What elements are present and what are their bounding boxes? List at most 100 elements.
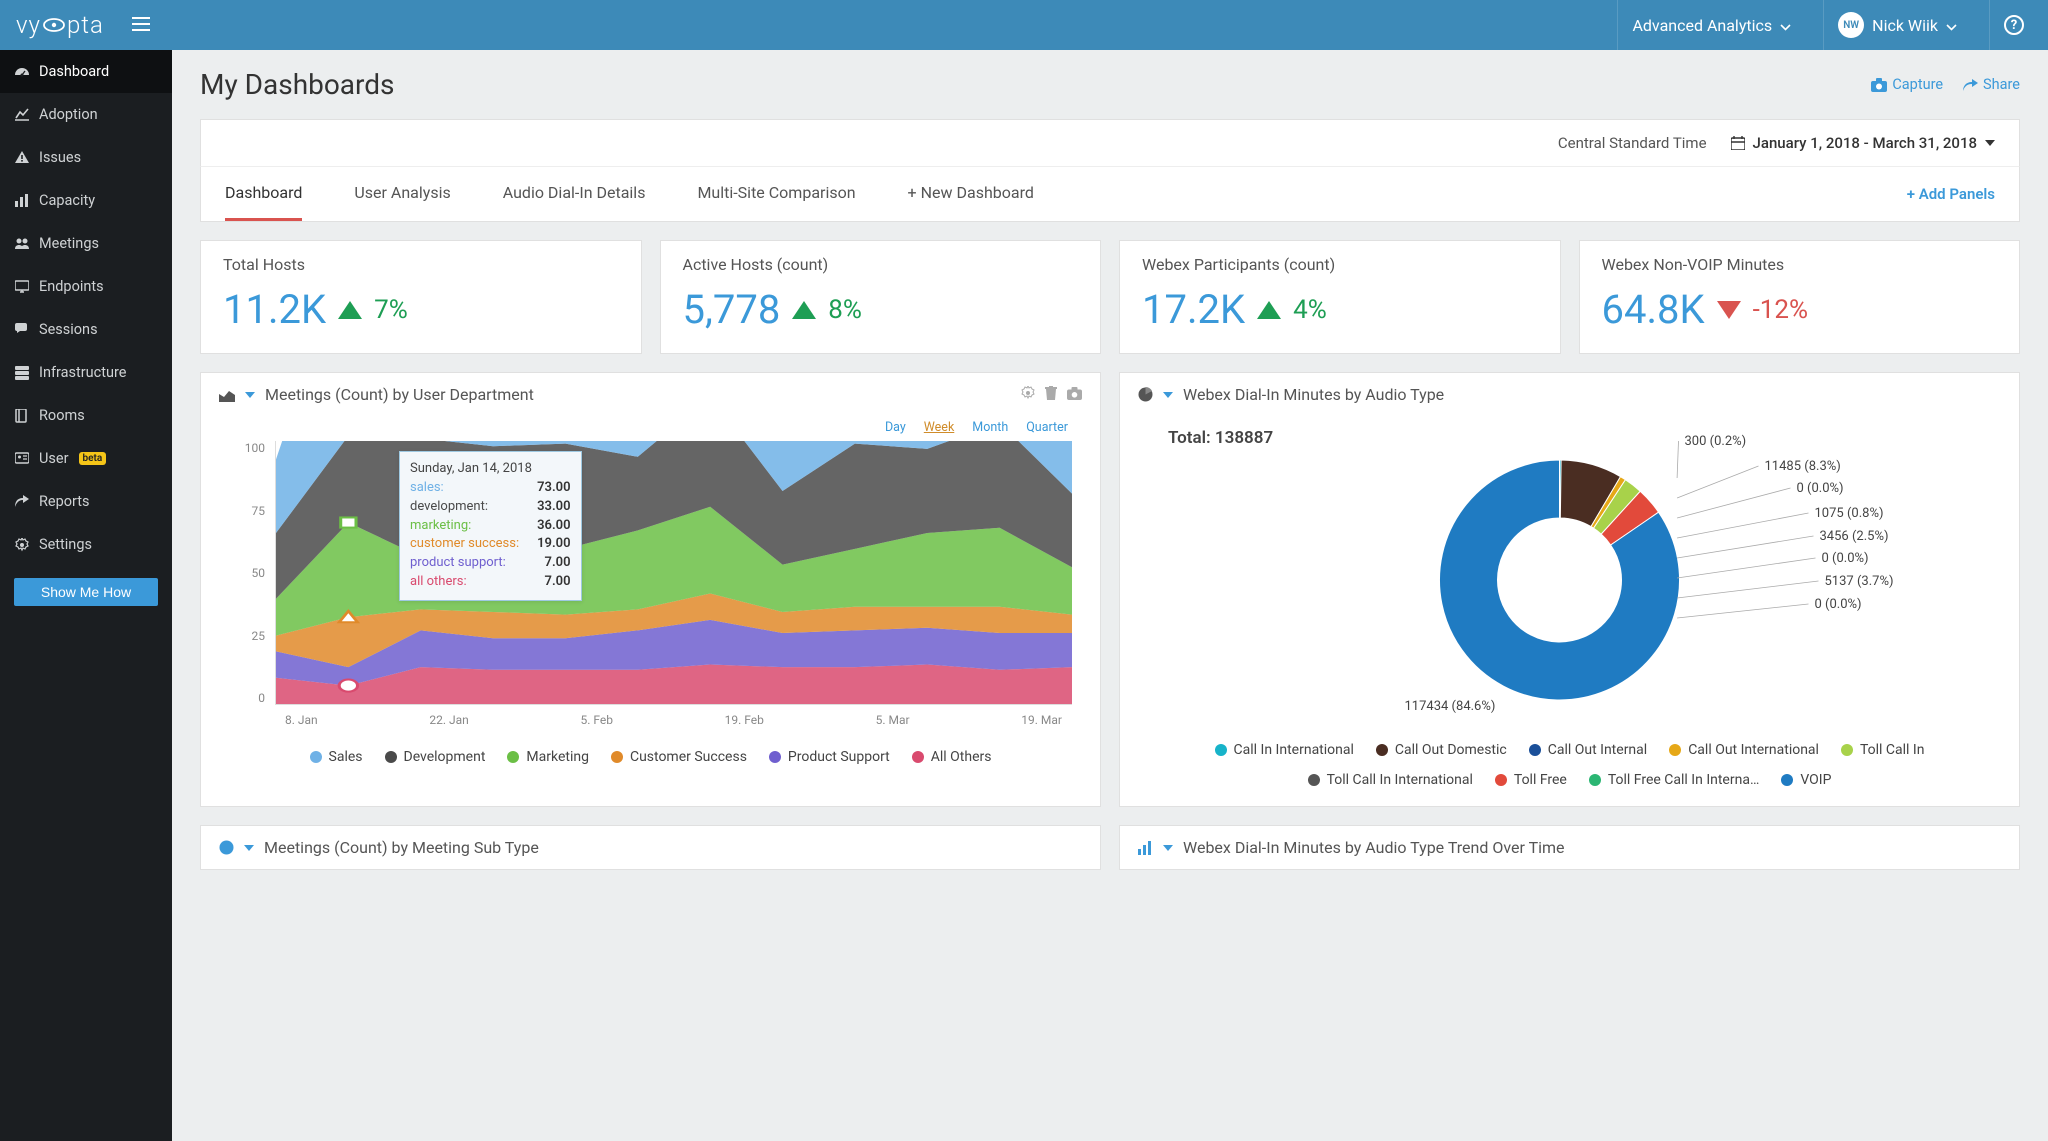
svg-text:117434 (84.6%): 117434 (84.6%) (1405, 699, 1496, 714)
tab-audio-dial-in-details[interactable]: Audio Dial-In Details (503, 167, 646, 221)
timezone-label: Central Standard Time (1558, 134, 1707, 152)
granularity-quarter[interactable]: Quarter (1026, 420, 1068, 435)
tab-multi-site-comparison[interactable]: Multi-Site Comparison (697, 167, 855, 221)
user-dropdown[interactable]: NW Nick Wiik (1823, 0, 1971, 50)
chart-line-icon (15, 108, 29, 122)
sidebar-item-reports[interactable]: Reports (0, 480, 172, 523)
sidebar-item-user[interactable]: User beta (0, 437, 172, 480)
sidebar-item-meetings[interactable]: Meetings (0, 222, 172, 265)
sidebar-item-endpoints[interactable]: Endpoints (0, 265, 172, 308)
kpi-pct: 8% (828, 295, 862, 325)
panel-menu-caret-icon[interactable] (245, 392, 255, 398)
legend-item[interactable]: Call Out Domestic (1376, 742, 1507, 758)
beta-badge: beta (79, 452, 107, 465)
legend-item[interactable]: Development (385, 749, 486, 765)
sidebar-item-label: User (39, 450, 69, 467)
main: My Dashboards Capture Share Central Stan… (172, 50, 2048, 1141)
sidebar-item-issues[interactable]: Issues (0, 136, 172, 179)
sidebar-item-sessions[interactable]: Sessions (0, 308, 172, 351)
panel-menu-caret-icon[interactable] (1163, 392, 1173, 398)
kpi-pct: -12% (1753, 295, 1808, 325)
granularity-week[interactable]: Week (924, 420, 955, 435)
sidebar-item-label: Rooms (39, 407, 85, 424)
sidebar-item-settings[interactable]: Settings (0, 523, 172, 566)
pie-chart-icon (1138, 387, 1153, 402)
id-card-icon (15, 452, 29, 466)
tab--new-dashboard[interactable]: + New Dashboard (908, 167, 1034, 221)
warning-icon (15, 151, 29, 165)
legend-item[interactable]: Marketing (507, 749, 589, 765)
share-icon (1963, 79, 1978, 91)
bar-chart-icon (15, 194, 29, 208)
y-axis: 1007550250 (237, 441, 265, 705)
tab-dashboard[interactable]: Dashboard (225, 167, 302, 221)
sidebar-item-dashboard[interactable]: Dashboard (0, 50, 172, 93)
legend-item[interactable]: Toll Free (1495, 772, 1567, 788)
share-icon (15, 495, 29, 509)
sidebar-item-label: Adoption (39, 106, 98, 123)
area-chart-icon (219, 388, 235, 402)
date-range-picker[interactable]: January 1, 2018 - March 31, 2018 (1731, 134, 1995, 152)
plot-area (275, 441, 1072, 705)
bar-chart-icon (1138, 841, 1153, 855)
donut-legend: Call In International Call Out Domestic Ca… (1138, 742, 2001, 788)
legend-item[interactable]: Toll Call In International (1308, 772, 1473, 788)
panel-settings-icon[interactable] (1021, 385, 1035, 404)
x-axis: 8. Jan22. Jan5. Feb19. Feb5. Mar19. Mar (275, 713, 1072, 729)
sidebar-item-label: Endpoints (39, 278, 104, 295)
chevron-down-icon (1946, 16, 1957, 35)
pie-chart-icon (219, 840, 234, 855)
tabs: Dashboard User Analysis Audio Dial-In Deta… (200, 166, 2020, 222)
panel-snapshot-icon[interactable] (1067, 385, 1082, 404)
legend-item[interactable]: Product Support (769, 749, 890, 765)
sidebar-item-label: Reports (39, 493, 90, 510)
chart-tooltip: Sunday, Jan 14, 2018 sales:73.00developm… (399, 451, 582, 601)
panel-menu-caret-icon[interactable] (1163, 845, 1173, 851)
panel-delete-icon[interactable] (1045, 385, 1057, 404)
help-button[interactable]: ? (1989, 0, 2032, 50)
show-me-how-button[interactable]: Show Me How (14, 578, 158, 606)
logo: vypta (16, 11, 104, 39)
sidebar-item-capacity[interactable]: Capacity (0, 179, 172, 222)
granularity-selector: Day Week Month Quarter (219, 420, 1082, 435)
add-panels-button[interactable]: + Add Panels (1907, 169, 1995, 219)
product-dropdown[interactable]: Advanced Analytics (1617, 0, 1805, 50)
sidebar-item-label: Infrastructure (39, 364, 126, 381)
granularity-day[interactable]: Day (885, 420, 906, 435)
legend-item[interactable]: All Others (912, 749, 992, 765)
menu-toggle-icon[interactable] (132, 16, 150, 35)
legend-item[interactable]: Call Out Internal (1529, 742, 1647, 758)
sidebar-item-label: Capacity (39, 192, 95, 209)
capture-button[interactable]: Capture (1871, 76, 1943, 93)
avatar: NW (1838, 12, 1864, 38)
granularity-month[interactable]: Month (972, 420, 1008, 435)
kpi-label: Webex Participants (count) (1142, 255, 1538, 274)
kpi-label: Total Hosts (223, 255, 619, 274)
share-button[interactable]: Share (1963, 76, 2020, 93)
svg-text:300 (0.2%): 300 (0.2%) (1685, 434, 1747, 449)
panel-menu-caret-icon[interactable] (244, 845, 254, 851)
user-name: Nick Wiik (1872, 16, 1938, 35)
legend-item[interactable]: Toll Free Call In Interna… (1589, 772, 1759, 788)
legend-item[interactable]: Sales (310, 749, 363, 765)
legend-item[interactable]: Call Out International (1669, 742, 1819, 758)
legend-item[interactable]: Call In International (1215, 742, 1354, 758)
gear-icon (15, 538, 29, 552)
camera-icon (1871, 78, 1887, 92)
svg-text:3456 (2.5%): 3456 (2.5%) (1820, 529, 1889, 544)
sidebar-item-infrastructure[interactable]: Infrastructure (0, 351, 172, 394)
panel-title: Webex Dial-In Minutes by Audio Type (1183, 385, 1444, 404)
legend-item[interactable]: Toll Call In (1841, 742, 1925, 758)
sidebar-item-rooms[interactable]: Rooms (0, 394, 172, 437)
tab-user-analysis[interactable]: User Analysis (354, 167, 450, 221)
legend-item[interactable]: Customer Success (611, 749, 747, 765)
kpi-card: Total Hosts 11.2K 7% (200, 240, 642, 354)
legend-item[interactable]: VOIP (1781, 772, 1831, 788)
kpi-value: 64.8K (1602, 286, 1705, 333)
page-title: My Dashboards (200, 68, 395, 101)
svg-text:0 (0.0%): 0 (0.0%) (1797, 481, 1844, 496)
sidebar-item-adoption[interactable]: Adoption (0, 93, 172, 136)
header: vypta Advanced Analytics NW Nick Wiik ? (0, 0, 2048, 50)
sidebar-item-label: Settings (39, 536, 92, 553)
help-icon: ? (2004, 15, 2024, 35)
